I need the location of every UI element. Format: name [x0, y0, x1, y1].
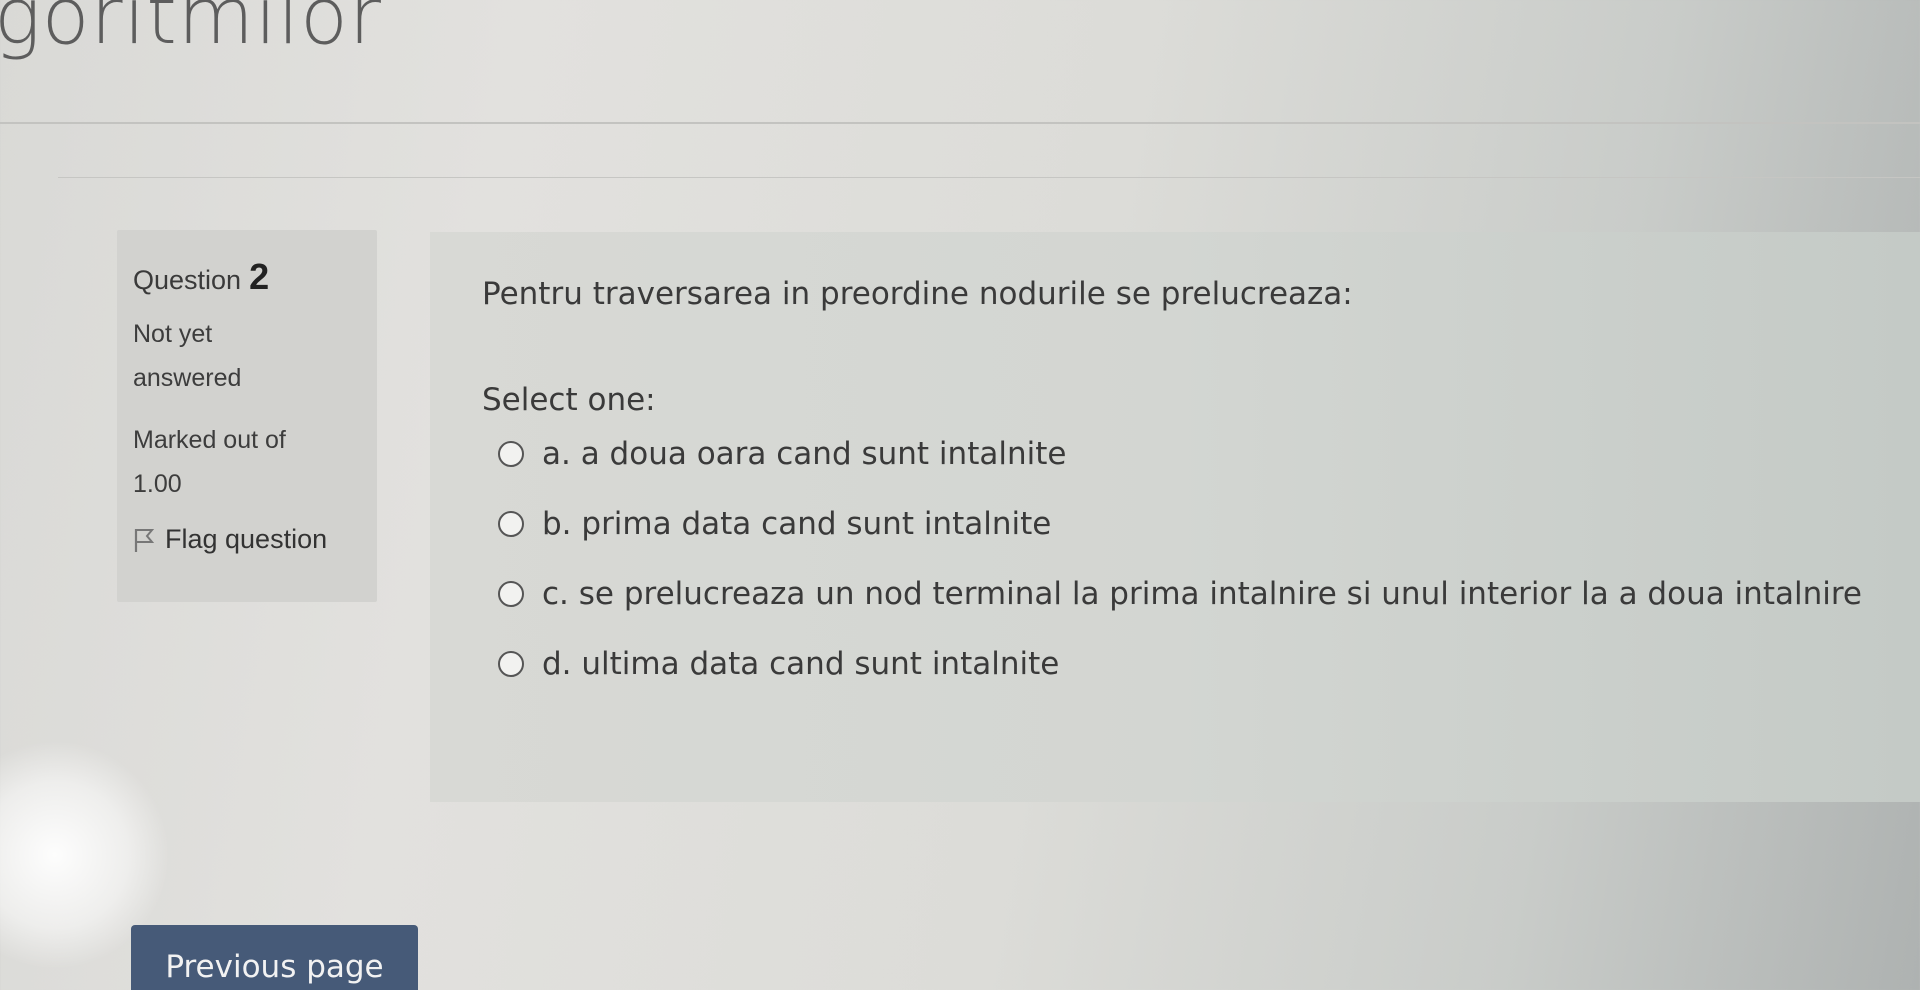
- question-status-line1: Not yet: [133, 320, 213, 348]
- question-marks-line1: Marked out of: [133, 426, 286, 454]
- flag-question-link[interactable]: Flag question: [133, 524, 361, 555]
- radio-empty-icon[interactable]: [498, 581, 524, 607]
- radio-empty-icon[interactable]: [498, 511, 524, 537]
- answer-option-label: a. a doua oara cand sunt intalnite: [542, 436, 1067, 472]
- answer-option-c[interactable]: c. se prelucreaza un nod terminal la pri…: [498, 576, 1920, 612]
- question-text: Pentru traversarea in preordine nodurile…: [482, 276, 1353, 312]
- question-number: 2: [249, 256, 270, 297]
- header-divider: [0, 122, 1920, 124]
- answer-option-label: c. se prelucreaza un nod terminal la pri…: [542, 576, 1862, 612]
- answer-option-a[interactable]: a. a doua oara cand sunt intalnite: [498, 436, 1920, 472]
- site-title: goritmilor: [0, 0, 382, 62]
- answer-options: a. a doua oara cand sunt intalnite b. pr…: [482, 436, 1920, 682]
- answer-option-d[interactable]: d. ultima data cand sunt intalnite: [498, 646, 1920, 682]
- question-panel: Pentru traversarea in preordine nodurile…: [430, 232, 1920, 802]
- answer-option-b[interactable]: b. prima data cand sunt intalnite: [498, 506, 1920, 542]
- question-info-panel: Question 2 Not yet answered Marked out o…: [117, 230, 377, 602]
- question-marks: Marked out of 1.00: [133, 418, 361, 506]
- answer-option-label: b. prima data cand sunt intalnite: [542, 506, 1052, 542]
- question-label-text: Question: [133, 265, 242, 295]
- radio-empty-icon[interactable]: [498, 441, 524, 467]
- question-status-line2: answered: [133, 364, 242, 392]
- flag-icon: [134, 528, 155, 552]
- previous-page-button[interactable]: Previous page: [131, 925, 418, 990]
- flag-question-label: Flag question: [165, 524, 328, 554]
- question-status: Not yet answered: [133, 312, 361, 400]
- question-label: Question 2: [133, 256, 361, 298]
- select-one-prompt: Select one:: [482, 382, 656, 418]
- radio-empty-icon[interactable]: [498, 651, 524, 677]
- question-marks-line2: 1.00: [133, 470, 182, 498]
- answer-option-label: d. ultima data cand sunt intalnite: [542, 646, 1060, 682]
